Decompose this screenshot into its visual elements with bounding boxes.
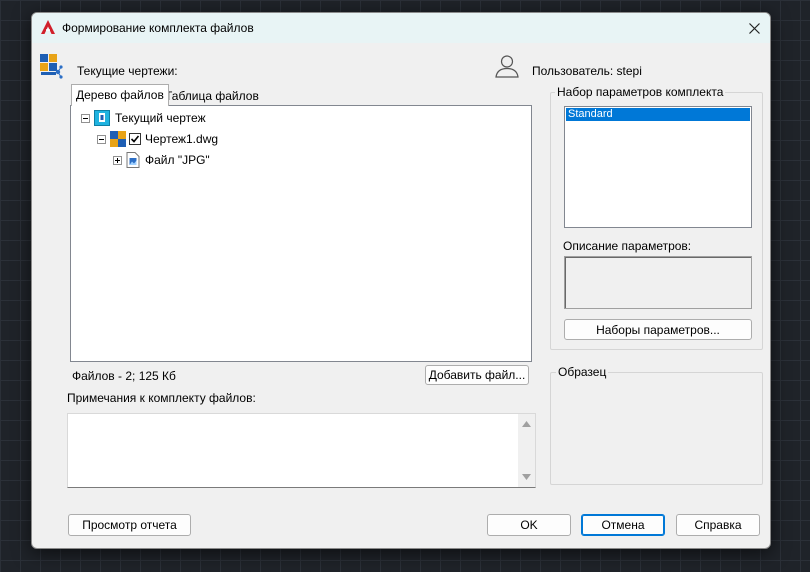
description-label: Описание параметров:	[563, 239, 692, 253]
checkmark-icon	[130, 135, 140, 143]
setups-button[interactable]: Наборы параметров...	[564, 319, 752, 340]
notes-label: Примечания к комплекту файлов:	[67, 391, 256, 405]
tab-file-table-label: Таблица файлов	[165, 89, 259, 103]
file-tree[interactable]: Текущий чертеж Чертеж1.dwg Файл "JPG"	[70, 105, 532, 362]
notes-textarea[interactable]	[67, 413, 536, 488]
tree-label-drawing: Чертеж1.dwg	[145, 132, 219, 146]
current-drawings-label: Текущие чертежи:	[77, 64, 178, 78]
etransmit-icon	[40, 54, 63, 79]
tab-file-tree-label: Дерево файлов	[76, 88, 164, 102]
image-file-icon	[126, 152, 140, 168]
setup-group-title: Набор параметров комплекта	[555, 85, 726, 99]
tree-node-image-files[interactable]: Файл "JPG"	[113, 151, 210, 169]
setup-list-item-selected[interactable]: Standard	[566, 108, 750, 121]
expand-toggle[interactable]	[113, 155, 122, 165]
setups-button-label: Наборы параметров...	[596, 322, 720, 337]
files-summary: Файлов - 2; 125 Кб	[72, 369, 176, 383]
collapse-toggle[interactable]	[81, 113, 90, 123]
view-report-button[interactable]: Просмотр отчета	[68, 514, 191, 536]
user-label: Пользователь: stepi	[532, 64, 642, 78]
collapse-toggle[interactable]	[97, 134, 106, 144]
tree-node-current-drawing[interactable]: Текущий чертеж	[81, 109, 206, 127]
close-button[interactable]	[738, 13, 770, 43]
current-drawing-icon	[94, 110, 110, 126]
setup-list[interactable]: Standard	[564, 106, 752, 228]
help-button-label: Справка	[694, 518, 742, 532]
title-bar: Формирование комплекта файлов	[32, 13, 770, 43]
help-button[interactable]: Справка	[676, 514, 760, 536]
autocad-logo-icon	[41, 20, 55, 34]
tab-file-table[interactable]: Таблица файлов	[161, 86, 263, 106]
user-icon	[495, 55, 519, 78]
close-icon	[748, 22, 760, 34]
dwg-file-icon	[110, 131, 126, 147]
include-checkbox[interactable]	[129, 133, 141, 145]
tree-label-current-drawing: Текущий чертеж	[115, 111, 206, 125]
ok-button[interactable]: OK	[487, 514, 571, 536]
notes-scrollbar[interactable]	[518, 414, 535, 487]
add-file-button-label: Добавить файл...	[428, 368, 526, 382]
cancel-button-label: Отмена	[601, 518, 645, 532]
tree-label-image-files: Файл "JPG"	[145, 153, 210, 167]
ok-button-label: OK	[520, 518, 538, 532]
cancel-button[interactable]: Отмена	[581, 514, 665, 536]
window-title: Формирование комплекта файлов	[62, 21, 254, 35]
description-box	[564, 256, 752, 309]
tree-node-drawing[interactable]: Чертеж1.dwg	[97, 130, 218, 148]
etransmit-dialog: Формирование комплекта файлов Текущие че…	[31, 12, 771, 549]
add-file-button[interactable]: Добавить файл...	[425, 365, 529, 385]
tab-file-tree[interactable]: Дерево файлов	[71, 84, 169, 106]
scroll-down-icon[interactable]	[522, 474, 531, 480]
preview-group-title: Образец	[556, 365, 609, 379]
scroll-up-icon[interactable]	[522, 421, 531, 427]
view-report-button-label: Просмотр отчета	[82, 518, 177, 532]
preview-group	[550, 372, 763, 485]
